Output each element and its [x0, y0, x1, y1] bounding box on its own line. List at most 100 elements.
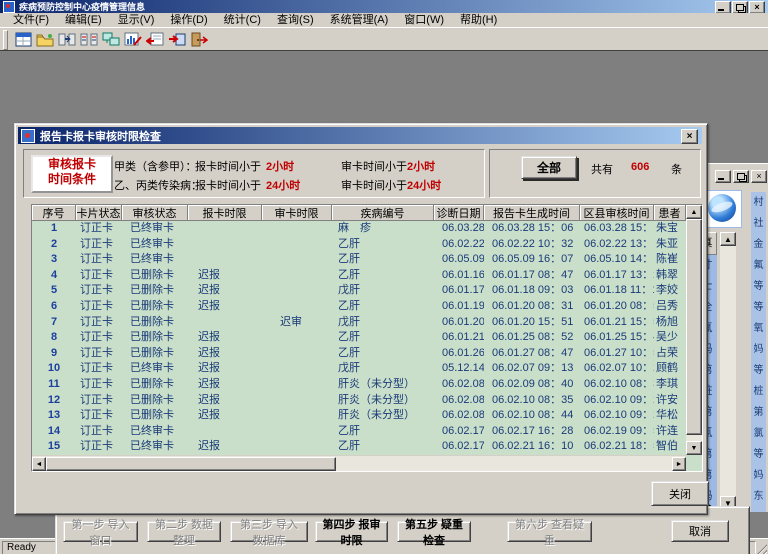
- chart-edit-icon[interactable]: [122, 30, 144, 50]
- table-row-3[interactable]: 3订正卡已终审卡乙肝06.05.0906.05.09 16：0706.05.10…: [32, 252, 686, 268]
- table-row-1[interactable]: 1订正卡已终审卡麻 疹06.03.2806.03.28 15：0606.03.2…: [32, 221, 686, 237]
- scroll-up-icon[interactable]: ▲: [686, 205, 702, 219]
- cell-audit: 已删除卡: [122, 268, 188, 284]
- column-header-gen_time[interactable]: 报告卡生成时间: [484, 205, 580, 221]
- table-row-8[interactable]: 8订正卡已删除卡迟报乙肝06.01.2106.01.25 08：5206.01.…: [32, 330, 686, 346]
- cell-late_audit: [262, 268, 332, 284]
- report-table: 序号卡片状态审核状态报卡时限审卡时限疾病编号诊断日期报告卡生成时间区县审核时间患…: [31, 204, 703, 472]
- column-header-card[interactable]: 卡片状态: [76, 205, 122, 221]
- cell-gen_time: 06.01.20 15：51: [484, 315, 580, 331]
- menu-item-6[interactable]: 查询(S): [270, 14, 321, 27]
- menu-item-1[interactable]: 文件(F): [6, 14, 56, 27]
- bgwin-second-column: 村社金氟等等氧妈等桩第氯等妈东: [751, 192, 766, 512]
- cell-gen_time: 06.02.10 08：35: [484, 393, 580, 409]
- menu-item-5[interactable]: 统计(C): [217, 14, 268, 27]
- table-row-11[interactable]: 11订正卡已删除卡迟报肝炎（未分型）06.02.0806.02.09 08：40…: [32, 377, 686, 393]
- cancel-button[interactable]: 取消: [671, 520, 729, 542]
- bgwin-strip-cell: 氧: [751, 318, 766, 339]
- table-row-13[interactable]: 13订正卡已删除卡迟报肝炎（未分型）06.02.0806.02.10 08：44…: [32, 408, 686, 424]
- bgwin-minimize-button[interactable]: [715, 170, 731, 183]
- menu-item-9[interactable]: 帮助(H): [453, 14, 504, 27]
- table-row-4[interactable]: 4订正卡已删除卡迟报乙肝06.01.1606.01.17 08：4706.01.…: [32, 268, 686, 284]
- table-row-10[interactable]: 10订正卡已终审卡迟报戊肝05.12.1406.02.07 09：1306.02…: [32, 361, 686, 377]
- dialog-titlebar: 报告卡报卡审核时限检查 ×: [18, 127, 702, 144]
- cell-gen_time: 06.01.25 08：52: [484, 330, 580, 346]
- database-import-icon[interactable]: [166, 30, 188, 50]
- exit-door-icon[interactable]: [188, 30, 210, 50]
- menu-item-4[interactable]: 操作(D): [163, 14, 214, 27]
- report-limit-label-a: 报卡时间小于: [195, 158, 261, 174]
- table-row-2[interactable]: 2订正卡已终审卡乙肝06.02.2206.02.22 10：3206.02.22…: [32, 237, 686, 253]
- hscroll-thumb[interactable]: [46, 457, 336, 471]
- menu-item-3[interactable]: 显示(V): [111, 14, 162, 27]
- network-computers-icon[interactable]: [100, 30, 122, 50]
- bgwin-restore-button[interactable]: [733, 170, 749, 183]
- restore-icon: [736, 4, 744, 11]
- vscroll-thumb[interactable]: [686, 219, 702, 435]
- cell-audit: 已终审卡: [122, 237, 188, 253]
- column-header-disease[interactable]: 疾病编号: [332, 205, 434, 221]
- app-icon: [3, 1, 15, 13]
- cell-n: 4: [32, 268, 76, 284]
- table-row-6[interactable]: 6订正卡已删除卡迟报乙肝06.01.1906.01.20 08：3106.01.…: [32, 299, 686, 315]
- wizard-step-3-button[interactable]: 第三步 导入数据库: [230, 521, 308, 542]
- wizard-step-2-button[interactable]: 第二步 数据整理: [147, 521, 221, 542]
- column-header-diag_date[interactable]: 诊断日期: [434, 205, 484, 221]
- column-header-n[interactable]: 序号: [32, 205, 76, 221]
- cell-n: 11: [32, 377, 76, 393]
- resize-grip[interactable]: [755, 542, 767, 554]
- scroll-right-icon[interactable]: ►: [672, 457, 686, 471]
- card-import-icon[interactable]: [144, 30, 166, 50]
- menu-item-2[interactable]: 编辑(E): [58, 14, 109, 27]
- cell-patient: 朱宝: [654, 221, 686, 237]
- wizard-step-1-button[interactable]: 第一步 导入窗口: [63, 521, 138, 542]
- cell-diag_date: 06.01.26: [434, 346, 484, 362]
- menu-item-7[interactable]: 系统管理(A): [323, 14, 396, 27]
- cell-diag_date: 06.02.08: [434, 408, 484, 424]
- column-header-county_time[interactable]: 区县审核时间: [580, 205, 654, 221]
- dialog-close-button[interactable]: ×: [681, 129, 698, 144]
- cell-late_audit: 迟审: [262, 315, 332, 331]
- table-row-7[interactable]: 7订正卡已删除卡迟审戊肝06.01.2006.01.20 15：5106.01.…: [32, 315, 686, 331]
- cell-late_audit: [262, 393, 332, 409]
- cell-disease: 乙肝: [332, 439, 434, 455]
- table-row-15[interactable]: 15订正卡已终审卡迟报乙肝06.02.1706.02.21 16：1006.02…: [32, 439, 686, 455]
- bgwin-vertical-scrollbar[interactable]: ▲ ▼: [720, 232, 736, 510]
- menu-item-8[interactable]: 窗口(W): [397, 14, 451, 27]
- cell-late_audit: [262, 361, 332, 377]
- table-vertical-scrollbar[interactable]: ▲ ▼: [686, 205, 702, 455]
- column-header-late_report[interactable]: 报卡时限: [188, 205, 262, 221]
- cell-patient: 杨旭: [654, 315, 686, 331]
- open-folder-icon[interactable]: [34, 30, 56, 50]
- cell-audit: 已终审卡: [122, 424, 188, 440]
- scroll-down-icon[interactable]: ▼: [686, 441, 702, 455]
- close-dialog-button[interactable]: 关闭: [651, 481, 709, 506]
- form-grid-icon[interactable]: [12, 30, 34, 50]
- cell-late_report: 迟报: [188, 377, 262, 393]
- column-header-patient[interactable]: 患者: [654, 205, 686, 221]
- bgwin-close-button[interactable]: ×: [751, 170, 767, 183]
- table-row-12[interactable]: 12订正卡已删除卡迟报肝炎（未分型）06.02.0806.02.10 08：35…: [32, 393, 686, 409]
- cell-late_audit: [262, 299, 332, 315]
- scroll-left-icon[interactable]: ◄: [32, 457, 46, 471]
- table-horizontal-scrollbar[interactable]: ◄ ►: [32, 455, 686, 471]
- cell-late_report: 迟报: [188, 393, 262, 409]
- data-merge-icon[interactable]: [78, 30, 100, 50]
- all-button[interactable]: 全部: [521, 156, 577, 179]
- table-row-14[interactable]: 14订正卡已终审卡乙肝06.02.1706.02.17 16：2806.02.1…: [32, 424, 686, 440]
- table-row-5[interactable]: 5订正卡已删除卡迟报戊肝06.01.1706.01.18 09：0306.01.…: [32, 283, 686, 299]
- data-transfer-icon[interactable]: [56, 30, 78, 50]
- wizard-step-4-button[interactable]: 第四步 报审时限: [315, 521, 388, 542]
- cell-patient: 占荣: [654, 346, 686, 362]
- scroll-up-icon[interactable]: ▲: [720, 232, 736, 246]
- column-header-late_audit[interactable]: 审卡时限: [262, 205, 332, 221]
- column-header-audit[interactable]: 审核状态: [122, 205, 188, 221]
- category-bc-label: 乙、丙类传染病：: [114, 177, 202, 193]
- restore-icon: [737, 173, 745, 180]
- cell-disease: 戊肝: [332, 361, 434, 377]
- table-row-9[interactable]: 9订正卡已删除卡迟报乙肝06.01.2606.01.27 08：4706.01.…: [32, 346, 686, 362]
- wizard-step-6-button[interactable]: 第六步 查看疑重: [507, 521, 592, 542]
- wizard-step-5-button[interactable]: 第五步 疑重检查: [397, 521, 471, 542]
- cell-patient: 李琪: [654, 377, 686, 393]
- globe-app-icon: [704, 190, 742, 228]
